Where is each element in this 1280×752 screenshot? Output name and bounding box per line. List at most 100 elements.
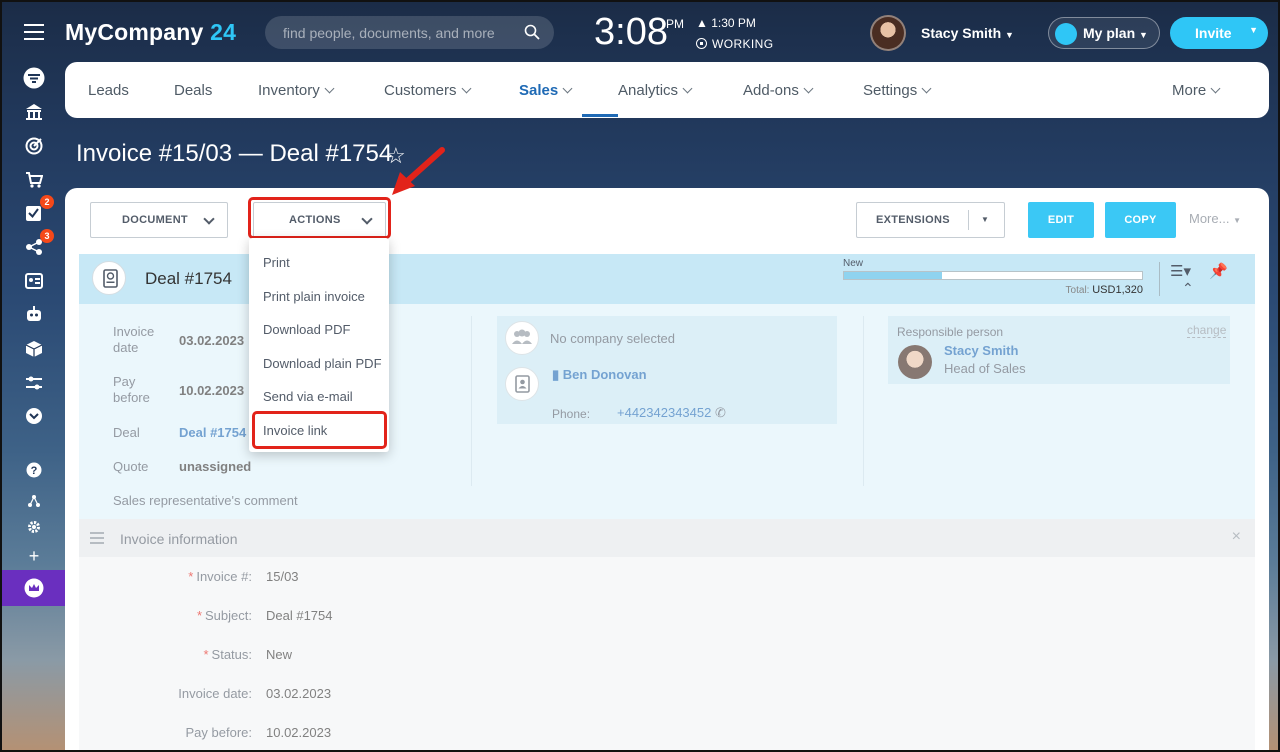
avatar[interactable] (898, 345, 932, 379)
menu-item-print[interactable]: Print (263, 255, 290, 270)
cart-icon[interactable] (22, 168, 46, 192)
bank-icon[interactable] (22, 100, 46, 124)
company-logo[interactable]: MyCompany 24 (65, 19, 236, 46)
phone-label: Phone: (552, 407, 591, 421)
my-plan-label: My plan (1083, 25, 1136, 41)
company-number: 24 (210, 19, 237, 45)
help-icon[interactable]: ? (22, 458, 46, 482)
menu-item-send-via-email[interactable]: Send via e-mail (263, 389, 353, 404)
pay-before-value: 10.02.2023 (179, 383, 245, 398)
contact-name: Ben Donovan (562, 367, 647, 382)
copy-button[interactable]: COPY (1105, 202, 1176, 238)
annotation-arrow-icon (392, 147, 445, 195)
list-settings-icon[interactable]: ☰▾ (1170, 263, 1191, 280)
upgrade-bar[interactable] (2, 570, 65, 606)
drag-handle-icon[interactable] (90, 532, 104, 547)
target-icon[interactable] (22, 134, 46, 158)
user-menu[interactable]: Stacy Smith ▼ (921, 25, 1014, 41)
invite-button[interactable]: Invite ▼ (1170, 17, 1268, 49)
divider (471, 316, 472, 486)
search-input[interactable]: find people, documents, and more (265, 16, 554, 49)
sliders-icon[interactable] (22, 371, 46, 395)
clock-time[interactable]: 3:08 (594, 11, 668, 54)
deal-total: Total: USD1,320 (843, 284, 1143, 296)
collapse-icon[interactable]: ⌃ (1182, 280, 1194, 296)
connections-badge: 3 (40, 229, 54, 243)
invoice-panel: DOCUMENT ACTIONS EXTENSIONS ▼ EDIT COPY … (65, 188, 1269, 750)
hierarchy-icon[interactable] (22, 489, 46, 513)
nav-customers[interactable]: Customers (384, 82, 471, 99)
quote-value: unassigned (179, 459, 252, 474)
menu-icon[interactable] (24, 24, 44, 40)
divider (968, 210, 969, 230)
deal-title[interactable]: Deal #1754 (145, 269, 232, 289)
tasks-icon[interactable]: 2 (22, 195, 54, 225)
nav-deals[interactable]: Deals (174, 82, 212, 99)
nav-settings[interactable]: Settings (863, 82, 932, 99)
nav-add-ons[interactable]: Add-ons (743, 82, 814, 99)
caret-down-icon[interactable]: ▼ (981, 203, 989, 237)
phone-icon[interactable]: ✆ (715, 405, 726, 420)
responsible-role: Head of Sales (944, 361, 1026, 376)
chevron-down-icon (324, 83, 335, 94)
expand-more-icon[interactable] (22, 404, 46, 428)
quote-label: Quote (113, 459, 149, 474)
menu-item-print-plain-invoice[interactable]: Print plain invoice (263, 289, 365, 304)
phone-link[interactable]: +442342343452 ✆ (617, 405, 726, 421)
caret-down-icon[interactable]: ▼ (1249, 25, 1258, 35)
clock-ampm: PM (666, 17, 684, 31)
responsible-name[interactable]: Stacy Smith (944, 343, 1018, 358)
stop-circle-icon (696, 38, 707, 49)
contact-card-icon (505, 367, 539, 401)
alarm-reminder[interactable]: ▲ 1:30 PM (696, 16, 756, 30)
invoice-date-label: Invoice date: (178, 686, 252, 701)
stage-progress-fill (844, 272, 943, 279)
bell-icon: ▲ (696, 16, 708, 30)
field-label: Subject: (205, 608, 252, 623)
invoice-date-label: Invoice date (113, 324, 155, 355)
connections-icon[interactable]: 3 (22, 229, 54, 259)
nav-inventory[interactable]: Inventory (258, 82, 335, 99)
edit-button[interactable]: EDIT (1028, 202, 1094, 238)
filter-funnel-icon[interactable] (22, 66, 46, 90)
extensions-label: EXTENSIONS (876, 214, 950, 226)
stage-progress-bar[interactable] (843, 271, 1143, 280)
nav-analytics[interactable]: Analytics (618, 82, 693, 99)
settings-gear-icon[interactable] (22, 515, 46, 539)
nav-inventory-label: Inventory (258, 82, 320, 99)
invite-label: Invite (1195, 25, 1232, 41)
total-value: USD1,320 (1092, 284, 1143, 296)
nav-active-indicator (582, 114, 618, 117)
deal-link[interactable]: Deal #1754 (179, 425, 246, 440)
extensions-button[interactable]: EXTENSIONS ▼ (856, 202, 1005, 238)
pin-icon[interactable]: 📌 (1209, 263, 1228, 280)
contact-name-link[interactable]: ▮ Ben Donovan (552, 367, 647, 383)
avatar[interactable] (870, 15, 906, 51)
menu-item-download-pdf[interactable]: Download PDF (263, 322, 350, 337)
robot-icon[interactable] (22, 302, 46, 326)
menu-item-download-plain-pdf[interactable]: Download plain PDF (263, 356, 382, 371)
add-icon[interactable]: + (22, 544, 46, 568)
nav-sales[interactable]: Sales (519, 82, 573, 99)
invoice-number-value: 15/03 (266, 569, 299, 584)
document-button[interactable]: DOCUMENT (90, 202, 228, 238)
search-icon[interactable] (524, 24, 540, 43)
my-plan-button[interactable]: My plan ▼ (1048, 17, 1160, 49)
crown-icon[interactable] (22, 576, 46, 600)
required-mark: * (188, 569, 194, 584)
more-button[interactable]: More... ▼ (1189, 211, 1241, 226)
user-name: Stacy Smith (921, 25, 1002, 41)
work-status[interactable]: WORKING (696, 37, 773, 51)
nav-leads[interactable]: Leads (88, 82, 129, 99)
nav-customers-label: Customers (384, 82, 457, 99)
svg-text:?: ? (31, 465, 38, 477)
contact-card-icon[interactable] (22, 269, 46, 293)
nav-more[interactable]: More (1172, 82, 1221, 99)
company-name: MyCompany (65, 19, 204, 45)
box-icon[interactable] (22, 337, 46, 361)
required-mark: * (203, 647, 209, 662)
field-label: Invoice #: (196, 569, 252, 584)
change-link[interactable]: change (1187, 323, 1227, 338)
close-icon[interactable]: × (1232, 528, 1241, 546)
nav-analytics-label: Analytics (618, 82, 679, 99)
